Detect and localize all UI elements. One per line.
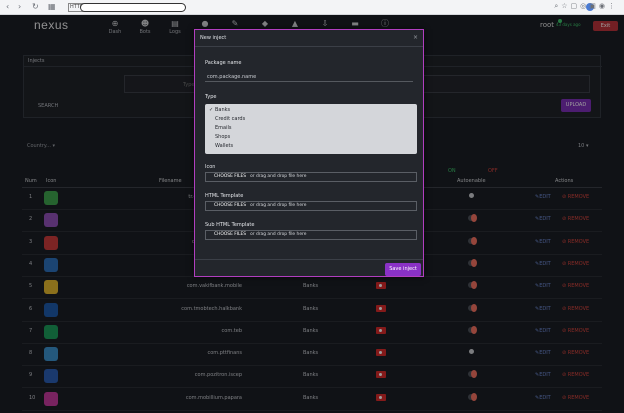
icon-label: Icon: [205, 164, 216, 170]
drop-hint: or drag and drop file here: [250, 174, 307, 179]
new-inject-modal: New inject × Package name com.package.na…: [194, 29, 424, 277]
type-dropdown[interactable]: ✓ Banks Credit cards Emails Shops Wallets: [205, 104, 417, 154]
modal-title: New inject: [200, 35, 227, 41]
type-option-label: Emails: [215, 125, 232, 131]
drop-hint: or drag and drop file here: [250, 232, 307, 237]
sub-html-template-file-input[interactable]: CHOOSE FILES or drag and drop file here: [205, 230, 417, 240]
type-option-label: Banks: [215, 107, 231, 113]
icon-file-input[interactable]: CHOOSE FILES or drag and drop file here: [205, 172, 417, 182]
html-template-file-input[interactable]: CHOOSE FILES or drag and drop file here: [205, 201, 417, 211]
type-option-emails[interactable]: Emails: [209, 125, 231, 131]
type-option-wallets[interactable]: Wallets: [209, 143, 233, 149]
type-option-shops[interactable]: Shops: [209, 134, 230, 140]
forward-icon[interactable]: ›: [18, 2, 21, 12]
html-template-label: HTML Template: [205, 193, 244, 199]
browser-toolbar: ‹ › ↻ ▦ HTTPS ⌕☆▢◎▣◉⋮: [0, 0, 624, 15]
type-option-label: Credit cards: [215, 116, 246, 122]
package-name-label: Package name: [205, 60, 242, 66]
reload-icon[interactable]: ↻: [32, 2, 39, 12]
type-option-credit-cards[interactable]: Credit cards: [209, 116, 245, 122]
sub-html-template-label: Sub HTML Template: [205, 222, 255, 228]
type-option-label: Wallets: [215, 143, 234, 149]
drop-hint: or drag and drop file here: [250, 203, 307, 208]
choose-files-button[interactable]: CHOOSE FILES: [214, 174, 246, 179]
apps-grid-icon[interactable]: ▦: [48, 2, 56, 12]
modal-footer-divider: [195, 259, 423, 260]
modal-header: New inject ×: [195, 30, 423, 47]
type-label: Type: [205, 94, 217, 100]
choose-files-button[interactable]: CHOOSE FILES: [214, 232, 246, 237]
address-bar[interactable]: [80, 3, 186, 12]
close-icon[interactable]: ×: [413, 34, 418, 41]
type-option-banks[interactable]: ✓ Banks: [209, 107, 230, 113]
back-icon[interactable]: ‹: [6, 2, 9, 12]
browser-extension-icons[interactable]: ⌕☆▢◎▣◉⋮: [554, 2, 618, 11]
type-option-label: Shops: [215, 134, 231, 140]
choose-files-button[interactable]: CHOOSE FILES: [214, 203, 246, 208]
save-inject-button[interactable]: Save inject: [385, 263, 421, 276]
package-name-input[interactable]: com.package.name: [205, 72, 413, 82]
